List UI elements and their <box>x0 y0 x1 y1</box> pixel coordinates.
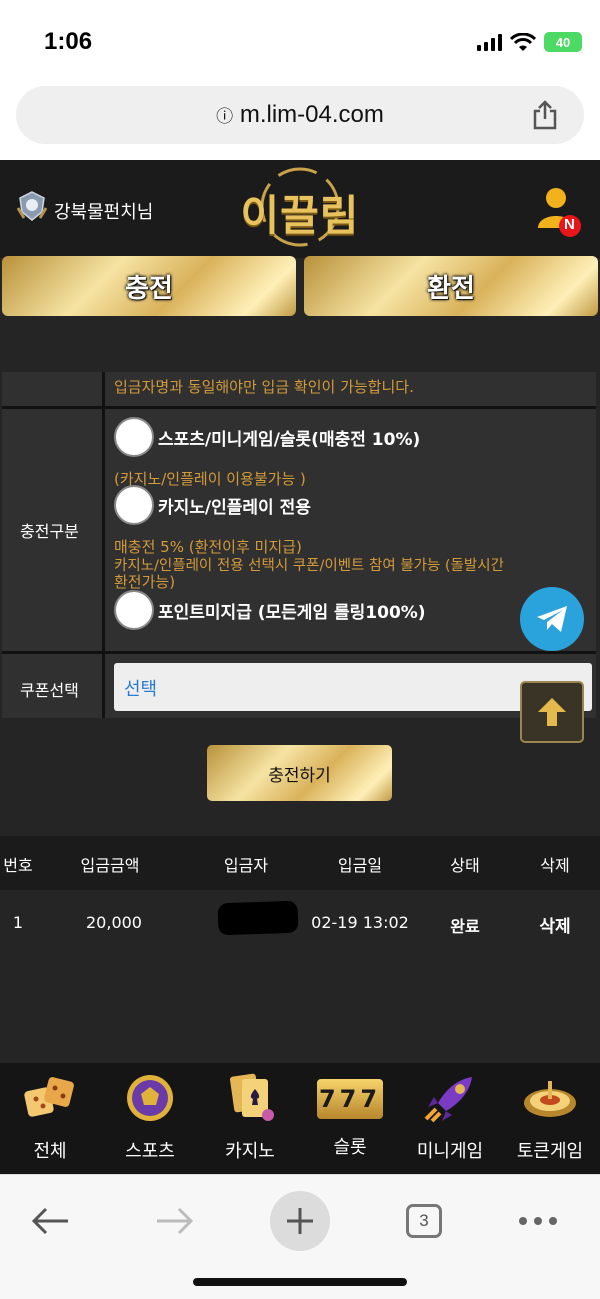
game-nav-casino[interactable]: 카지노 <box>200 1073 300 1168</box>
option-note: 환전가능) <box>114 573 176 591</box>
share-icon[interactable] <box>532 100 558 130</box>
tab-charge[interactable]: 충전 <box>2 256 296 316</box>
cell-amount: 20,000 <box>86 913 142 932</box>
rocket-icon <box>424 1077 472 1123</box>
delete-button[interactable]: 삭제 <box>510 912 600 937</box>
wifi-icon <box>510 32 536 51</box>
coupon-label: 쿠폰선택 <box>20 681 79 700</box>
status-bar: 1:06 40 <box>0 0 600 80</box>
roulette-icon <box>524 1081 576 1117</box>
radio-button[interactable] <box>114 590 154 630</box>
depositor-notice: 입금자명과 동일해야만 입금 확인이 가능합니다. <box>114 378 414 396</box>
option-no-point[interactable]: 포인트미지급 (모든게임 롤링100%) <box>114 590 426 630</box>
site-header: 강북물펀치님 이끌림 N <box>0 160 600 258</box>
game-nav: 전체 스포츠 카지노 777 슬롯 미니게임 토큰게임 <box>0 1063 600 1174</box>
web-content: 강북물펀치님 이끌림 N 충전 환전 입금자명과 동일해야만 입금 확인이 가능… <box>0 160 600 1174</box>
telegram-button[interactable] <box>520 587 584 651</box>
cell-number: 1 <box>12 913 24 932</box>
url-text: ⓘ m.lim-04.com <box>216 101 384 128</box>
game-label: 스포츠 <box>125 1141 175 1162</box>
redacted-depositor <box>217 900 299 936</box>
username[interactable]: 강북물펀치님 <box>54 198 153 224</box>
plus-icon <box>287 1208 313 1234</box>
column-header: 삭제 <box>540 856 570 875</box>
charge-type-label: 충전구분 <box>20 522 79 541</box>
game-nav-all[interactable]: 전체 <box>0 1073 100 1168</box>
tab-count: 3 <box>406 1204 442 1238</box>
game-nav-sports[interactable]: 스포츠 <box>100 1073 200 1168</box>
game-label: 전체 <box>33 1141 67 1162</box>
dice-icon <box>24 1077 74 1117</box>
radio-button[interactable] <box>114 417 154 457</box>
more-button[interactable] <box>508 1191 568 1251</box>
arrow-right-icon <box>157 1207 194 1235</box>
divider <box>2 651 596 654</box>
column-header: 입금자 <box>223 856 269 875</box>
cellular-signal-icon <box>477 33 502 51</box>
slot-icon-text: 777 <box>318 1085 382 1113</box>
status-time: 1:06 <box>44 28 93 55</box>
site-logo[interactable]: 이끌림 <box>230 164 370 250</box>
divider <box>2 406 596 409</box>
address-bar[interactable]: ⓘ m.lim-04.com <box>16 86 584 144</box>
back-button[interactable] <box>20 1191 80 1251</box>
submit-charge-button[interactable]: 충전하기 <box>207 745 392 801</box>
new-tab-button[interactable] <box>270 1191 330 1251</box>
scroll-top-button[interactable] <box>520 681 584 743</box>
column-header: 번호 <box>3 856 33 875</box>
game-nav-token[interactable]: 토큰게임 <box>500 1073 600 1168</box>
option-label: 스포츠/미니게임/슬롯(매충전 10%) <box>158 429 421 450</box>
playing-cards-icon <box>230 1073 274 1121</box>
battery-icon: 40 <box>544 32 582 52</box>
user-menu[interactable]: N <box>534 184 582 238</box>
game-label: 슬롯 <box>333 1137 367 1158</box>
game-label: 미니게임 <box>416 1141 484 1162</box>
divider <box>102 409 105 651</box>
cell-status: 완료 <box>450 917 480 936</box>
slot-777-icon: 777 <box>317 1079 383 1119</box>
divider <box>102 372 105 406</box>
arrow-up-icon <box>538 698 566 726</box>
tab-exchange[interactable]: 환전 <box>304 256 598 316</box>
soccer-ball-icon <box>127 1075 173 1121</box>
column-header: 입금일 <box>337 856 383 875</box>
game-label: 카지노 <box>225 1141 275 1162</box>
radio-button[interactable] <box>114 485 154 525</box>
column-header: 상태 <box>450 856 480 875</box>
forward-button[interactable] <box>145 1191 205 1251</box>
game-nav-slot[interactable]: 777 슬롯 <box>300 1073 400 1168</box>
info-icon: ⓘ <box>216 107 234 126</box>
option-label: 포인트미지급 (모든게임 롤링100%) <box>158 602 426 623</box>
column-header: 입금금액 <box>80 856 140 875</box>
game-nav-minigame[interactable]: 미니게임 <box>400 1073 500 1168</box>
status-icons: 40 <box>477 32 582 52</box>
telegram-icon <box>537 606 567 632</box>
home-indicator[interactable] <box>193 1278 407 1286</box>
tabs-button[interactable]: 3 <box>394 1191 454 1251</box>
option-sports[interactable]: 스포츠/미니게임/슬롯(매충전 10%) <box>114 417 420 457</box>
game-label: 토큰게임 <box>516 1141 584 1162</box>
more-dots-icon <box>519 1217 557 1225</box>
rank-badge-icon <box>16 191 48 221</box>
arrow-left-icon <box>31 1207 68 1235</box>
cell-date: 02-19 13:02 <box>311 913 409 932</box>
divider <box>102 654 105 718</box>
notification-badge: N <box>564 216 575 233</box>
option-casino[interactable]: 카지노/인플레이 전용 <box>114 485 311 525</box>
option-label: 카지노/인플레이 전용 <box>158 497 311 518</box>
